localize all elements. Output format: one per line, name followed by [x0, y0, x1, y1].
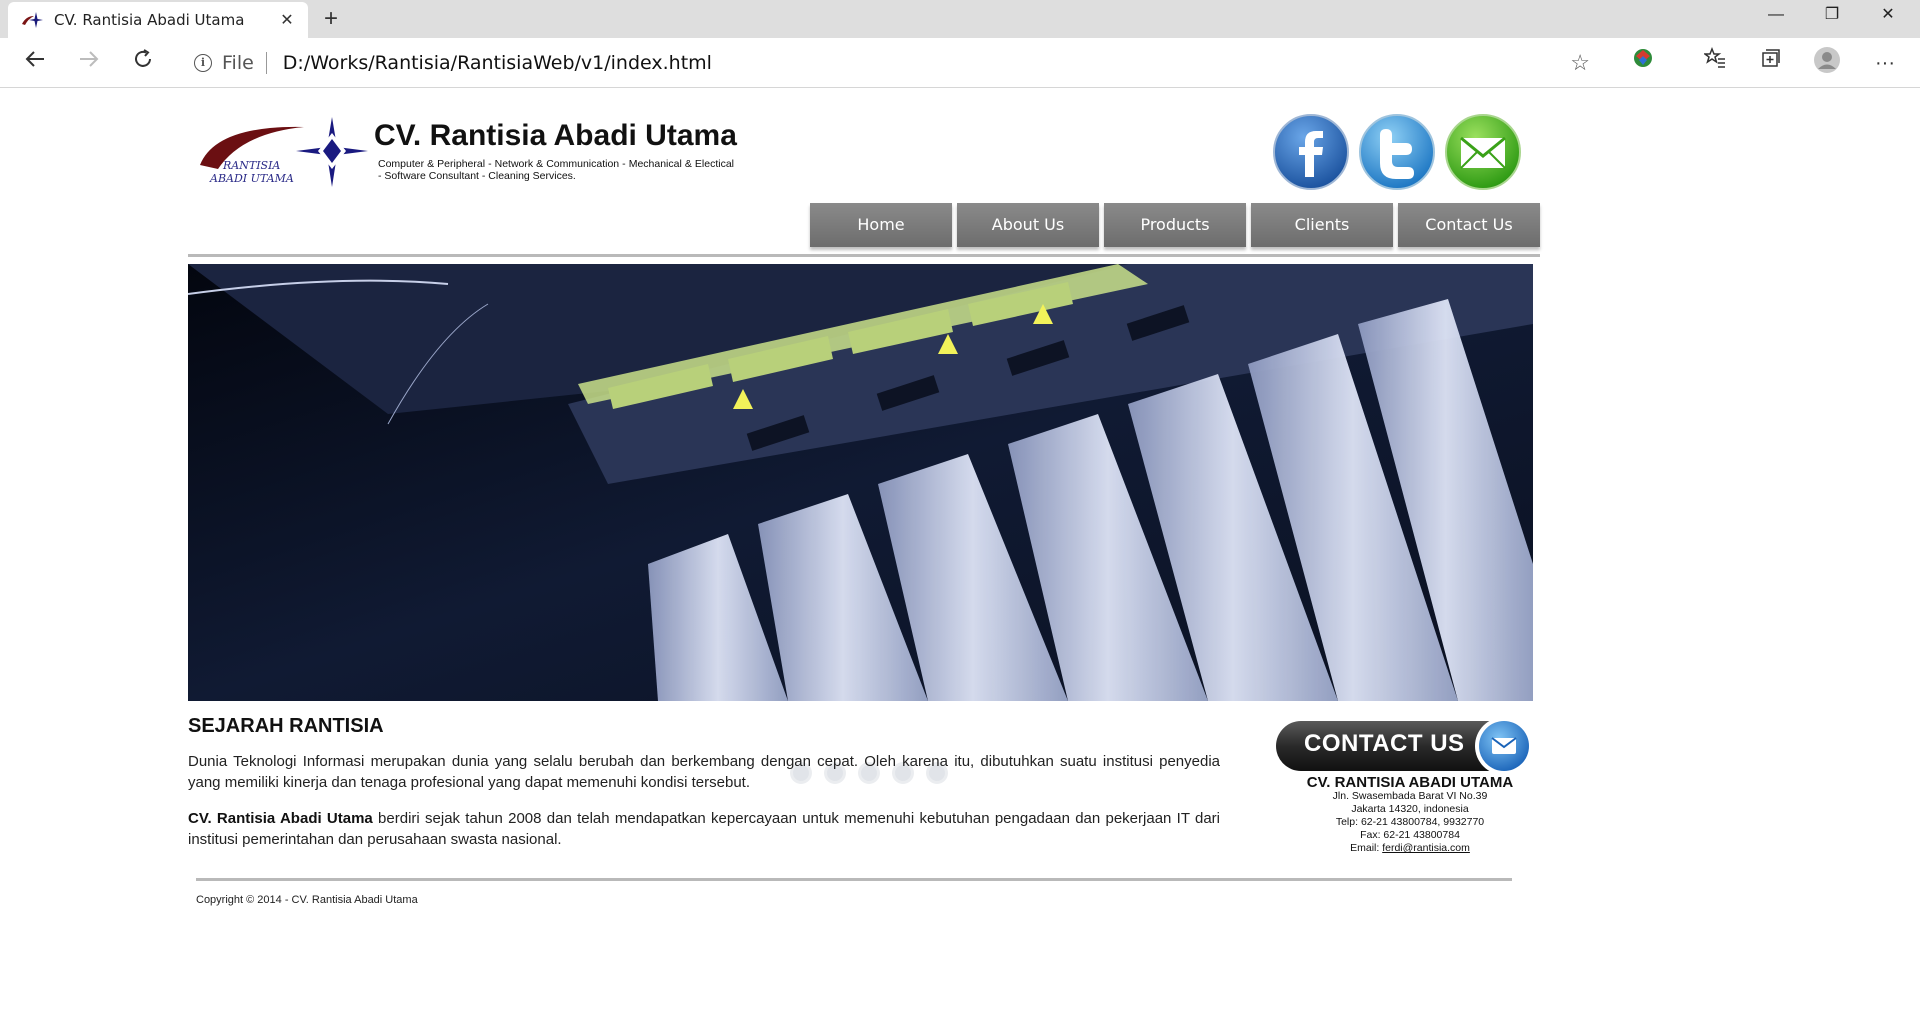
main-menu: Home About Us Products Clients Contact U… [810, 203, 1545, 247]
contact-email-link[interactable]: ferdi@rantisia.com [1382, 842, 1470, 854]
logo-text-2: ABADI UTAMA [209, 172, 294, 185]
section-heading: SEJARAH RANTISIA [188, 715, 384, 737]
twitter-icon[interactable] [1358, 113, 1436, 191]
contact-email-line: Email: ferdi@rantisia.com [1290, 842, 1530, 855]
url-text[interactable]: D:/Works/Rantisia/RantisiaWeb/v1/index.h… [283, 52, 1570, 74]
site-tagline: Computer & Peripheral - Network & Commun… [378, 158, 734, 182]
logo-text-1: RANTISIA [222, 159, 280, 172]
menu-products[interactable]: Products [1104, 203, 1246, 247]
copyright-text: Copyright © 2014 - CV. Rantisia Abadi Ut… [196, 894, 418, 906]
banner-slider-image [188, 264, 1533, 701]
contact-company: CV. RANTISIA ABADI UTAMA [1306, 774, 1514, 791]
forward-icon[interactable] [72, 46, 106, 80]
company-name-bold: CV. Rantisia Abadi Utama [188, 810, 373, 827]
menu-clients[interactable]: Clients [1251, 203, 1393, 247]
contact-info: CV. RANTISIA ABADI UTAMA Jln. Swasembada… [1290, 775, 1530, 855]
url-scheme: File [222, 52, 254, 74]
new-tab-button[interactable]: + [316, 4, 346, 34]
facebook-icon[interactable] [1272, 113, 1350, 191]
site-favicon-icon [22, 12, 43, 28]
contact-email-label: Email: [1350, 842, 1383, 854]
header-divider [188, 254, 1540, 257]
contact-phone: Telp: 62-21 43800784, 9932770 [1335, 816, 1485, 828]
contact-address-1: Jln. Swasembada Barat VI No.39 [1332, 790, 1488, 802]
more-icon[interactable]: ··· [1868, 46, 1902, 80]
contact-fax: Fax: 62-21 43800784 [1360, 829, 1460, 841]
favorites-icon[interactable] [1698, 46, 1732, 80]
profile-icon[interactable] [1810, 46, 1844, 80]
company-logo[interactable]: RANTISIA ABADI UTAMA [196, 103, 376, 193]
history-paragraph-2: CV. Rantisia Abadi Utama berdiri sejak t… [188, 808, 1220, 850]
address-bar[interactable]: i File D:/Works/Rantisia/RantisiaWeb/v1/… [180, 44, 1604, 82]
star-icon[interactable]: ☆ [1570, 50, 1590, 76]
tab-title: CV. Rantisia Abadi Utama [54, 11, 245, 29]
contact-address-2: Jakarta 14320, indonesia [1351, 803, 1469, 815]
contact-us-label: CONTACT US [1304, 730, 1465, 757]
info-icon[interactable]: i [194, 54, 212, 72]
history-paragraph-1: Dunia Teknologi Informasi merupakan duni… [188, 753, 1220, 791]
address-separator [265, 52, 267, 74]
site-title: CV. Rantisia Abadi Utama [374, 119, 737, 152]
minimize-button[interactable]: — [1748, 0, 1804, 32]
web-page: RANTISIA ABADI UTAMA CV. Rantisia Abadi … [0, 89, 1920, 1030]
menu-about-us[interactable]: About Us [957, 203, 1099, 247]
menu-home[interactable]: Home [810, 203, 952, 247]
footer-divider [196, 878, 1512, 881]
browser-toolbar: i File D:/Works/Rantisia/RantisiaWeb/v1/… [0, 38, 1920, 88]
restore-button[interactable]: ❐ [1804, 0, 1860, 32]
browser-tab[interactable]: CV. Rantisia Abadi Utama ✕ [8, 2, 308, 38]
contact-us-button[interactable]: CONTACT US [1276, 717, 1538, 779]
menu-contact-us[interactable]: Contact Us [1398, 203, 1540, 247]
extension-icon[interactable] [1626, 46, 1660, 80]
collections-icon[interactable] [1754, 46, 1788, 80]
refresh-icon[interactable] [126, 46, 160, 80]
tab-close-icon[interactable]: ✕ [276, 10, 298, 30]
tab-strip: CV. Rantisia Abadi Utama ✕ + — ❐ ✕ [0, 0, 1920, 38]
email-icon[interactable] [1444, 113, 1522, 191]
back-icon[interactable] [18, 46, 52, 80]
close-window-button[interactable]: ✕ [1860, 0, 1916, 32]
